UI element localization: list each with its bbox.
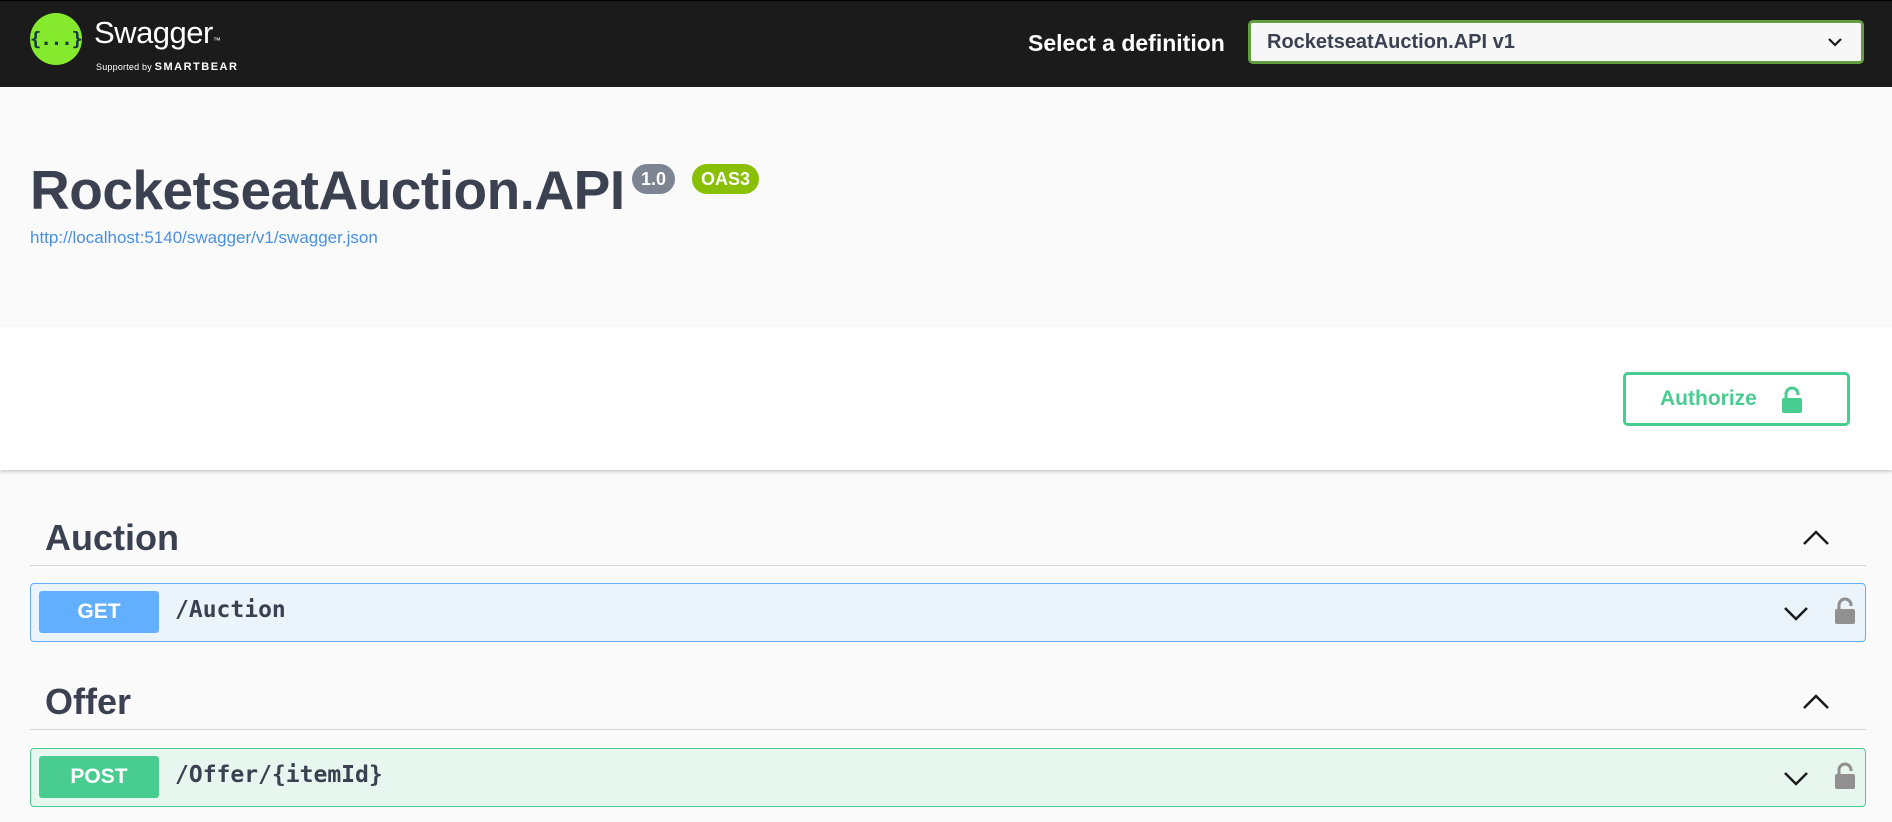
chevron-up-icon — [1803, 694, 1829, 709]
scheme-container: Authorize — [0, 327, 1892, 470]
operation-get-auction[interactable]: GET /Auction — [30, 583, 1866, 642]
version-badge: 1.0 — [632, 164, 676, 194]
oas-badge: OAS3 — [692, 164, 760, 194]
definition-select[interactable]: RocketseatAuction.API v1 — [1248, 20, 1864, 64]
definition-label: Select a definition — [1028, 30, 1225, 56]
page-title: RocketseatAuction.API — [30, 159, 625, 221]
method-badge-post: POST — [39, 756, 159, 798]
tag-header-auction[interactable]: Auction — [30, 507, 1866, 566]
chevron-down-icon[interactable] — [1783, 769, 1809, 787]
operation-post-offer[interactable]: POST /Offer/{itemId} — [30, 748, 1866, 807]
spec-url-link[interactable]: http://localhost:5140/swagger/v1/swagger… — [30, 228, 378, 248]
tag-header-offer[interactable]: Offer — [30, 671, 1866, 730]
unlock-icon[interactable] — [1835, 597, 1855, 625]
topbar: {...} Swagger™ Supported by SMARTBEAR Se… — [0, 0, 1892, 87]
tag-name: Auction — [45, 517, 179, 558]
chevron-up-icon — [1803, 530, 1829, 545]
operation-path: /Auction — [175, 597, 286, 623]
supported-by: Supported by SMARTBEAR — [96, 61, 239, 73]
brand-name: Swagger™ — [94, 15, 221, 50]
chevron-down-icon[interactable] — [1783, 604, 1809, 622]
authorize-label: Authorize — [1660, 387, 1757, 410]
method-badge-get: GET — [39, 591, 159, 633]
swagger-logo[interactable]: {...} Swagger™ Supported by SMARTBEAR — [30, 13, 238, 73]
tag-name: Offer — [45, 681, 132, 722]
api-info: RocketseatAuction.API 1.0 OAS3 http://lo… — [0, 87, 1892, 327]
definition-select-value: RocketseatAuction.API v1 — [1267, 30, 1515, 53]
unlock-icon — [1782, 386, 1802, 413]
logo-text: Swagger™ Supported by SMARTBEAR — [94, 15, 239, 74]
swagger-logo-icon: {...} — [30, 13, 83, 65]
operation-path: /Offer/{itemId} — [175, 762, 383, 788]
chevron-down-icon — [1828, 38, 1842, 47]
unlock-icon[interactable] — [1835, 762, 1855, 790]
authorize-button[interactable]: Authorize — [1623, 372, 1850, 426]
